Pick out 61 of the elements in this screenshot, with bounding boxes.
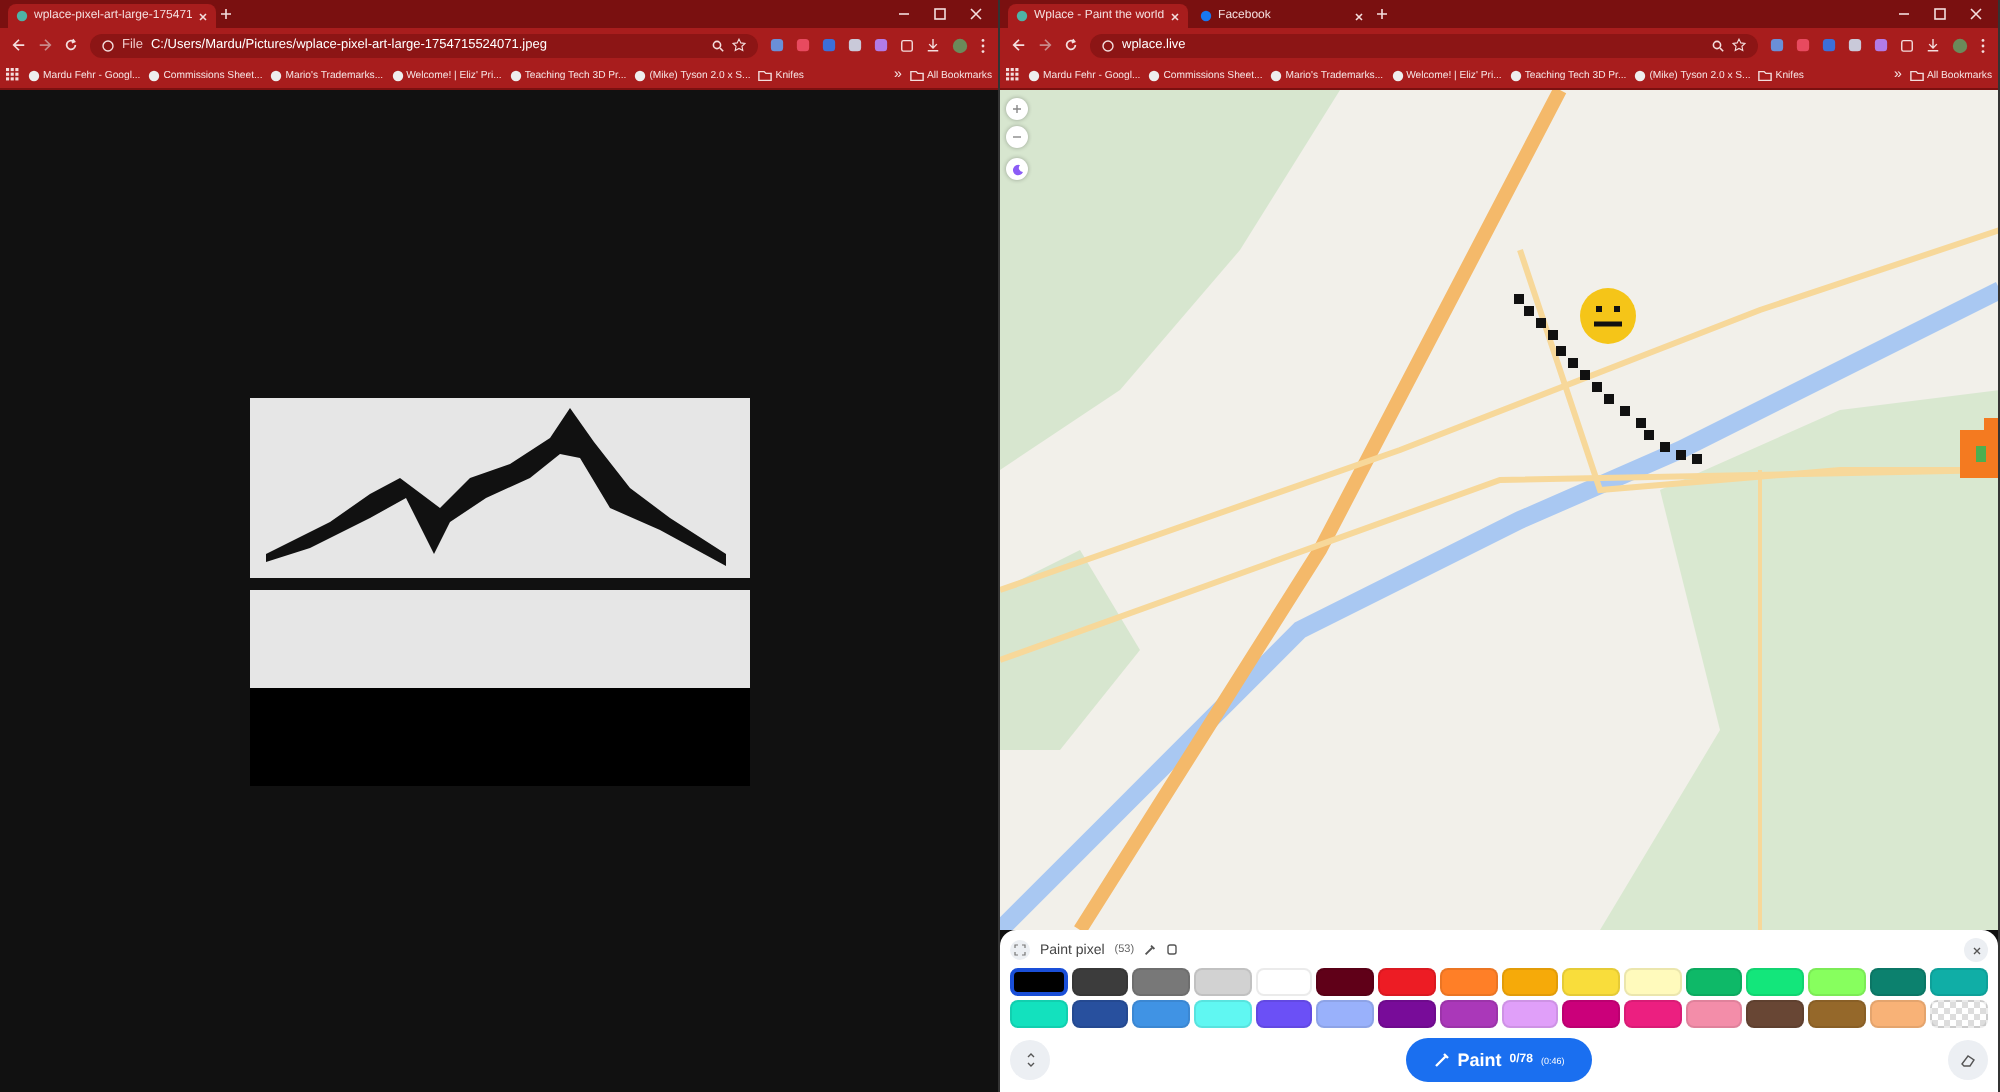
maximize-icon[interactable] xyxy=(934,8,946,20)
site-icon xyxy=(16,10,28,22)
globe-icon xyxy=(1270,69,1283,81)
close-icon[interactable] xyxy=(1970,8,1982,20)
close-icon[interactable] xyxy=(1354,11,1365,21)
minimize-icon[interactable] xyxy=(898,8,910,20)
close-icon[interactable] xyxy=(198,11,209,21)
menu-icon[interactable] xyxy=(980,37,986,53)
reload-icon[interactable] xyxy=(64,38,78,52)
minus-icon xyxy=(1012,132,1022,142)
expand-icon xyxy=(1014,944,1026,956)
site-icon xyxy=(1016,10,1028,22)
brush-icon xyxy=(1433,1052,1450,1068)
pipette-icon[interactable] xyxy=(1144,944,1157,956)
globe-icon xyxy=(270,69,283,81)
apps-icon[interactable] xyxy=(1006,68,1020,82)
globe-icon xyxy=(391,69,404,81)
color-swatch[interactable] xyxy=(1010,968,1068,996)
close-icon[interactable] xyxy=(970,8,982,20)
close-icon xyxy=(1971,945,1981,955)
forward-icon[interactable] xyxy=(1038,38,1052,52)
star-icon[interactable] xyxy=(1732,38,1746,52)
close-button[interactable] xyxy=(1964,938,1988,962)
download-icon[interactable] xyxy=(1926,38,1940,52)
globe-icon xyxy=(28,69,40,81)
zoom-icon[interactable] xyxy=(712,39,724,51)
globe-icon xyxy=(509,69,522,81)
globe-icon xyxy=(1634,69,1647,81)
globe-icon xyxy=(1509,69,1522,81)
folder-icon xyxy=(1909,69,1924,81)
back-icon[interactable] xyxy=(12,38,26,52)
eraser-button[interactable] xyxy=(1948,1040,1988,1080)
chevrons-icon xyxy=(1025,1052,1035,1068)
zoom-icon[interactable] xyxy=(1712,39,1724,51)
globe-icon xyxy=(1028,69,1040,81)
folder-icon xyxy=(909,69,924,81)
star-icon[interactable] xyxy=(732,38,746,52)
apps-icon[interactable] xyxy=(6,68,20,82)
globe-icon xyxy=(1391,69,1404,81)
folder-icon xyxy=(758,69,773,81)
reload-icon[interactable] xyxy=(1064,38,1078,52)
globe-icon xyxy=(1148,69,1161,81)
transparent-swatch[interactable] xyxy=(1930,1000,1988,1028)
forward-icon[interactable] xyxy=(38,38,52,52)
plus-icon xyxy=(1012,104,1022,114)
moon-icon xyxy=(1011,163,1023,175)
back-icon[interactable] xyxy=(1012,38,1026,52)
menu-icon[interactable] xyxy=(1980,37,1986,53)
new-tab-icon[interactable] xyxy=(1376,8,1389,20)
folder-icon xyxy=(1758,69,1773,81)
download-icon[interactable] xyxy=(926,38,940,52)
site-info-icon xyxy=(102,39,114,51)
site-info-icon xyxy=(1102,39,1114,51)
globe-icon xyxy=(148,69,161,81)
globe-icon xyxy=(634,69,647,81)
maximize-icon[interactable] xyxy=(1934,8,1946,20)
eraser-icon xyxy=(1960,1052,1976,1068)
minimize-icon[interactable] xyxy=(1898,8,1910,20)
new-tab-icon[interactable] xyxy=(220,8,233,20)
close-icon[interactable] xyxy=(1170,11,1181,21)
site-icon xyxy=(1200,10,1213,22)
